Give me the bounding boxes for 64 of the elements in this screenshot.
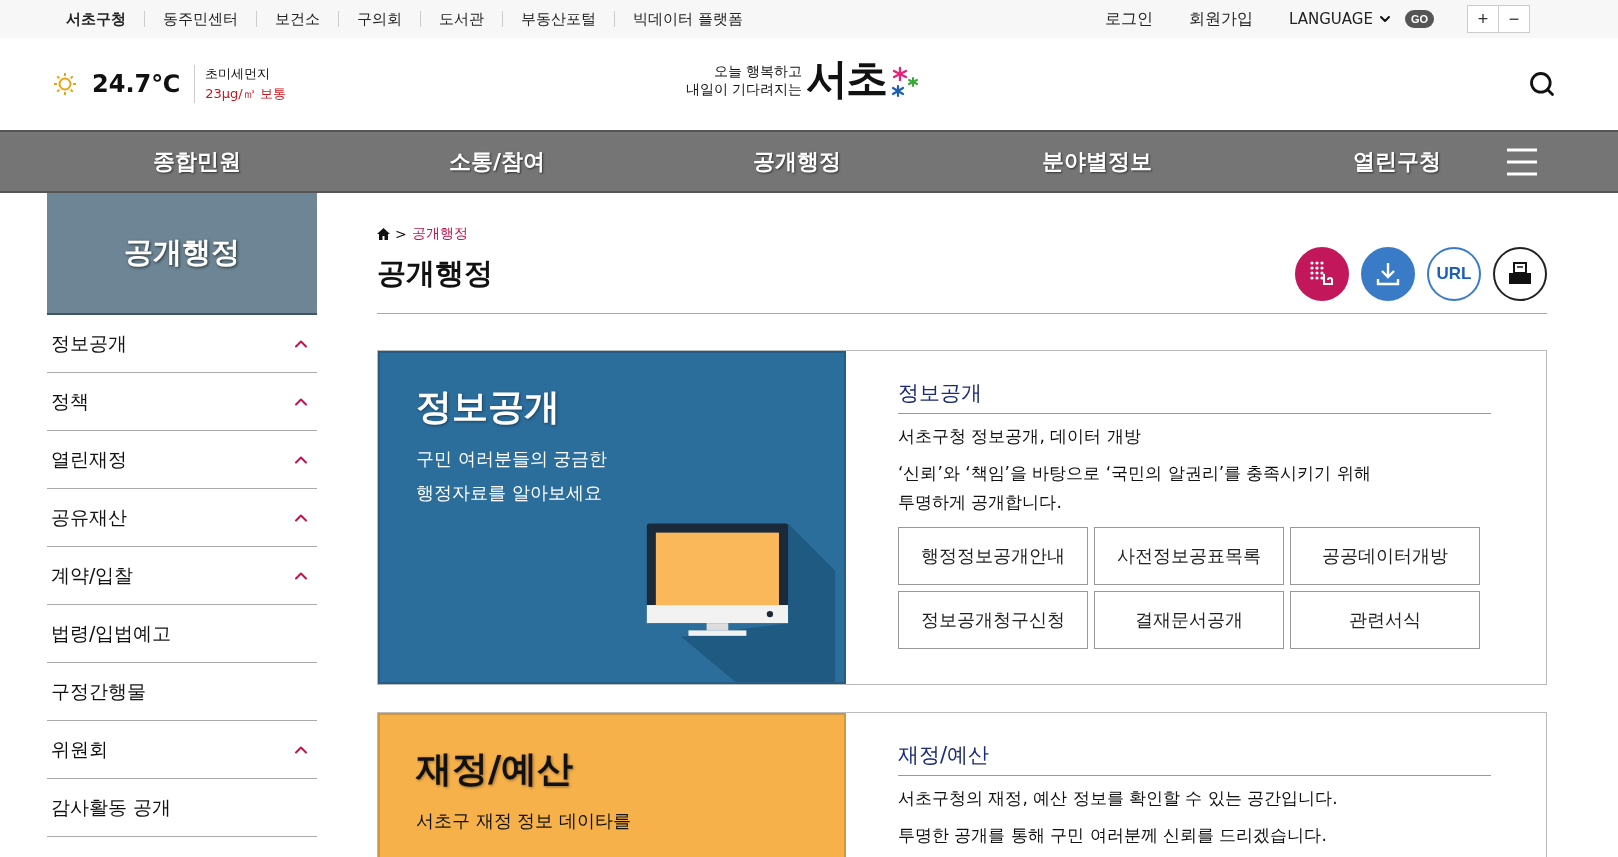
- sidebar-title: 공개행정: [47, 193, 317, 315]
- banner-text: 서초구 재정 정보 데이타를: [416, 809, 633, 833]
- section-link-button[interactable]: 관련서식: [1290, 591, 1480, 649]
- banner-title: 재정/예산: [416, 747, 575, 791]
- site-link[interactable]: 동주민센터: [144, 11, 256, 27]
- nav-item[interactable]: 종합민원: [47, 132, 347, 191]
- account-link[interactable]: 로그인: [1105, 8, 1153, 30]
- section-link-button[interactable]: 정보공개청구신청: [898, 591, 1088, 649]
- download-button[interactable]: [1361, 247, 1415, 301]
- site-link[interactable]: 부동산포털: [502, 11, 614, 27]
- go-button[interactable]: GO: [1404, 10, 1434, 28]
- temperature: 24.7℃: [92, 70, 181, 98]
- dust-label: 초미세먼지: [205, 65, 272, 83]
- section-description: 투명한 공개를 통해 구민 여러분께 신뢰를 드리겠습니다.: [898, 824, 1328, 847]
- hand-dots-icon: [1308, 260, 1336, 288]
- url-button[interactable]: URL: [1427, 247, 1481, 301]
- sidebar-item[interactable]: 공유재산: [47, 489, 317, 547]
- sidebar-item[interactable]: 정보공개: [47, 315, 317, 373]
- site-link[interactable]: 구의회: [338, 11, 420, 27]
- banner-text: 행정자료를 알아보세요: [416, 481, 603, 505]
- sidebar-item[interactable]: 구정간행물: [47, 663, 317, 721]
- section-link-button[interactable]: 공공데이터개방: [1290, 527, 1480, 585]
- nav-item[interactable]: 소통/참여: [347, 132, 647, 191]
- section-heading: 재정/예산: [898, 741, 1491, 776]
- zoom-button[interactable]: +: [1467, 5, 1499, 33]
- section-description: 서초구청 정보공개, 데이터 개방: [898, 425, 1142, 448]
- download-icon: [1374, 260, 1402, 288]
- sidebar-item[interactable]: 법령/입법예고: [47, 605, 317, 663]
- language-select[interactable]: LANGUAGE: [1289, 10, 1373, 28]
- section-description: 서초구청의 재정, 예산 정보를 확인할 수 있는 공간입니다.: [898, 787, 1339, 810]
- menu-button[interactable]: [1505, 147, 1539, 177]
- sidebar-item[interactable]: 위원회: [47, 721, 317, 779]
- logo-slogan: 오늘 행복하고: [714, 62, 803, 80]
- nav-item[interactable]: 분야별정보: [947, 132, 1247, 191]
- zoom-button[interactable]: −: [1498, 5, 1530, 33]
- sun-icon: [52, 71, 78, 97]
- search-button[interactable]: [1528, 70, 1556, 98]
- section-link-button[interactable]: 행정정보공개안내: [898, 527, 1088, 585]
- site-link[interactable]: 빅데이터 플랫폼: [614, 11, 761, 27]
- sidebar-item[interactable]: 정책: [47, 373, 317, 431]
- sidebar-item[interactable]: 감사활동 공개: [47, 779, 317, 837]
- sign-language-button[interactable]: [1295, 247, 1349, 301]
- banner-text: 구민 여러분들의 궁금한: [416, 447, 609, 471]
- page-title: 공개행정: [377, 255, 493, 292]
- section-description: ‘신뢰’와 ‘책임’을 바탕으로 ‘국민의 알권리’를 충족시키기 위해 투명하게 공개합니다.: [898, 462, 1372, 514]
- section-heading: 정보공개: [898, 379, 1491, 414]
- site-link[interactable]: 보건소: [256, 11, 338, 27]
- banner-title: 정보공개: [416, 385, 561, 429]
- dust-value: 23µg/㎥ 보통: [205, 85, 286, 103]
- nav-item[interactable]: 공개행정: [647, 132, 947, 191]
- logo-name[interactable]: 서초: [806, 56, 887, 102]
- breadcrumb-link[interactable]: 공개행정: [411, 225, 468, 243]
- nav-item[interactable]: 열린구청: [1247, 132, 1547, 191]
- home-icon: [377, 228, 390, 240]
- section-link-button[interactable]: 사전정보공표목록: [1094, 527, 1284, 585]
- breadcrumb-separator: >: [395, 226, 407, 242]
- print-button[interactable]: [1493, 247, 1547, 301]
- site-link[interactable]: 도서관: [420, 11, 502, 27]
- sidebar-item[interactable]: 계약/입찰: [47, 547, 317, 605]
- section-link-button[interactable]: 결재문서공개: [1094, 591, 1284, 649]
- account-link[interactable]: 회원가입: [1189, 8, 1253, 30]
- site-link[interactable]: 서초구청: [66, 11, 144, 27]
- logo-slogan: 내일이 기다려지는: [686, 80, 803, 98]
- sidebar-item[interactable]: 열린재정: [47, 431, 317, 489]
